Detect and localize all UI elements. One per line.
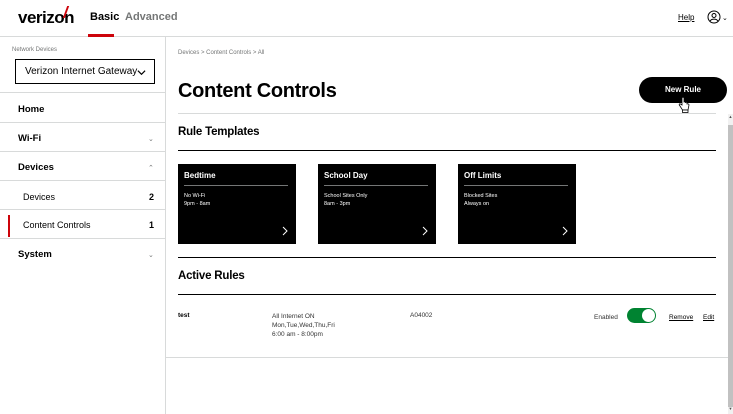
template-detail: Blocked Sites: [464, 193, 498, 199]
sidebar-item-home[interactable]: Home: [18, 104, 44, 115]
device-select[interactable]: Verizon Internet Gateway: [15, 59, 155, 84]
sidebar-item-wifi[interactable]: Wi-Fi: [18, 133, 41, 144]
tab-basic[interactable]: Basic: [90, 11, 119, 23]
chevron-down-icon[interactable]: ⌄: [148, 251, 154, 259]
divider: [184, 185, 288, 186]
title-divider: [178, 113, 716, 114]
divider: [0, 180, 165, 181]
network-devices-label: Network Devices: [12, 47, 58, 53]
user-account-icon[interactable]: [707, 10, 721, 24]
chevron-down-icon[interactable]: ⌄: [722, 14, 728, 22]
active-item-indicator: [8, 215, 10, 237]
scrollbar-thumb[interactable]: [728, 125, 733, 407]
divider: [0, 209, 165, 210]
template-card-off-limits[interactable]: Off Limits Blocked Sites Always on: [458, 164, 576, 244]
chevron-right-icon: [562, 226, 568, 236]
divider: [464, 185, 568, 186]
breadcrumb[interactable]: Devices > Content Controls > All: [178, 50, 264, 56]
tab-advanced[interactable]: Advanced: [125, 11, 178, 23]
divider: [0, 122, 165, 123]
scroll-up-icon[interactable]: ▲: [728, 114, 733, 122]
template-detail: Always on: [464, 201, 490, 207]
rule-enabled-toggle[interactable]: [627, 308, 656, 323]
sidebar-item-devices[interactable]: Devices: [18, 162, 54, 173]
divider: [324, 185, 428, 186]
toggle-knob: [642, 309, 655, 322]
devices-count: 2: [149, 192, 155, 202]
chevron-down-icon[interactable]: ⌄: [148, 135, 154, 143]
sidebar-item-system[interactable]: System: [18, 249, 52, 260]
page-title: Content Controls: [178, 80, 337, 102]
selected-device-value: Verizon Internet Gateway: [25, 66, 138, 77]
template-name: Off Limits: [464, 171, 502, 180]
rule-description: All Internet ON Mon,Tue,Wed,Thu,Fri 6:00…: [272, 312, 335, 339]
chevron-right-icon: [282, 226, 288, 236]
sidebar-subitem-devices[interactable]: Devices: [23, 192, 55, 202]
top-nav-bar: verizon Basic Advanced Help ⌄: [0, 0, 733, 37]
template-name: School Day: [324, 171, 368, 180]
content-controls-count: 1: [149, 220, 155, 230]
template-card-bedtime[interactable]: Bedtime No Wi-Fi 9pm - 8am: [178, 164, 296, 244]
rule-name: test: [178, 312, 190, 319]
rule-device: A04002: [410, 312, 433, 319]
template-detail: No Wi-Fi: [184, 193, 206, 199]
rule-access: All Internet ON: [272, 313, 315, 320]
section-divider: [178, 150, 716, 151]
divider: [0, 151, 165, 152]
chevron-up-icon[interactable]: ⌃: [148, 164, 154, 172]
rule-time: 6:00 am - 8:00pm: [272, 331, 323, 338]
divider: [0, 92, 165, 93]
template-card-school-day[interactable]: School Day School Sites Only 8am - 3pm: [318, 164, 436, 244]
section-divider: [178, 257, 716, 258]
section-divider: [178, 294, 716, 295]
template-detail: 9pm - 8am: [184, 201, 211, 207]
scroll-down-icon[interactable]: ▼: [728, 406, 733, 414]
template-name: Bedtime: [184, 171, 216, 180]
divider: [0, 238, 165, 239]
help-link[interactable]: Help: [678, 13, 694, 22]
rule-days: Mon,Tue,Wed,Thu,Fri: [272, 322, 335, 329]
template-detail: School Sites Only: [324, 193, 368, 199]
remove-rule-link[interactable]: Remove: [669, 314, 693, 321]
active-rules-title: Active Rules: [178, 270, 245, 282]
edit-rule-link[interactable]: Edit: [703, 314, 714, 321]
hand-cursor-icon: [678, 97, 690, 113]
rule-templates-title: Rule Templates: [178, 126, 260, 138]
template-detail: 8am - 3pm: [324, 201, 351, 207]
sidebar-subitem-content-controls[interactable]: Content Controls: [23, 220, 91, 230]
sidebar: Network Devices Verizon Internet Gateway…: [0, 37, 166, 414]
rule-status-label: Enabled: [594, 314, 618, 321]
chevron-down-icon: [137, 70, 146, 76]
chevron-right-icon: [422, 226, 428, 236]
row-divider: [166, 357, 728, 358]
